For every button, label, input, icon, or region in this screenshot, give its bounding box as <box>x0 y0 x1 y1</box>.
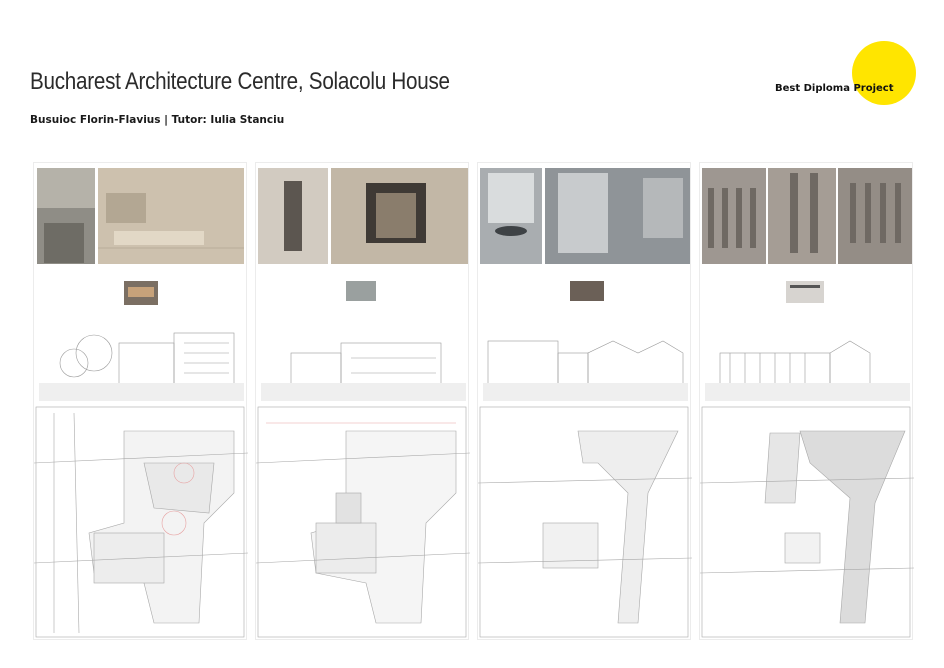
presentation-board-1 <box>33 162 248 640</box>
section-drawing <box>266 342 461 389</box>
author-tutor-line: Busuioc Florin-Flavius | Tutor: Iulia St… <box>30 114 285 126</box>
board-4-drawing <box>700 168 914 638</box>
presentation-board-4 <box>699 162 914 640</box>
board-1-drawing <box>34 168 248 638</box>
render-image <box>768 168 836 264</box>
board-2-drawing <box>256 168 470 638</box>
board-3-drawing <box>478 168 692 638</box>
award-badge-label: Best Diploma Project <box>775 83 894 94</box>
site-plan <box>700 406 914 638</box>
thumbnail-image <box>786 281 824 303</box>
thumbnail-image <box>346 281 376 301</box>
section-drawing <box>483 340 688 389</box>
presentation-board-2 <box>255 162 470 640</box>
section-drawing <box>705 340 910 389</box>
site-plan <box>34 406 248 638</box>
site-plan <box>478 406 692 638</box>
presentation-board-3 <box>477 162 692 640</box>
section-drawing <box>54 332 239 389</box>
thumbnail-image <box>570 281 604 301</box>
site-plan <box>256 406 470 638</box>
page-title: Bucharest Architecture Centre, Solacolu … <box>30 68 450 95</box>
award-badge-circle <box>852 41 916 105</box>
